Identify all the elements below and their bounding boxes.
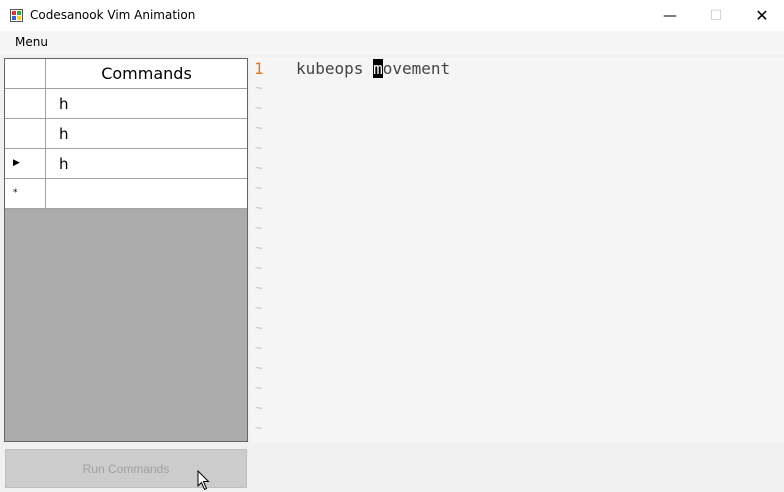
tilde-marker: ~ bbox=[255, 281, 263, 296]
maximize-button[interactable]: ☐ bbox=[693, 0, 739, 31]
line-number: 1 bbox=[254, 59, 264, 78]
tilde-marker: ~ bbox=[255, 341, 263, 356]
tilde-marker: ~ bbox=[255, 421, 263, 436]
minimize-icon: — bbox=[663, 7, 677, 24]
window-title: Codesanook Vim Animation bbox=[30, 8, 196, 22]
vim-editor[interactable]: 1 kubeops movement ~ ~ ~ ~ ~ ~ ~ ~ ~ ~ ~ ~ ~ ~ ~ ~ ~ ~ bbox=[250, 57, 784, 443]
tilde-marker: ~ bbox=[255, 81, 263, 96]
grid-new-row[interactable]: * bbox=[5, 179, 247, 209]
text-after-cursor: ovement bbox=[382, 59, 451, 78]
tilde-marker: ~ bbox=[255, 161, 263, 176]
current-row-arrow-icon: ▶ bbox=[13, 158, 20, 168]
grid-corner[interactable] bbox=[5, 59, 46, 88]
tilde-marker: ~ bbox=[255, 221, 263, 236]
command-cell[interactable]: h bbox=[46, 89, 247, 118]
command-cell[interactable]: h bbox=[46, 149, 247, 178]
tilde-marker: ~ bbox=[255, 261, 263, 276]
vim-cursor: m bbox=[373, 59, 383, 78]
tilde-marker: ~ bbox=[255, 101, 263, 116]
close-button[interactable]: ✕ bbox=[739, 0, 784, 31]
grid-header-row: Commands bbox=[5, 59, 247, 89]
grid-row[interactable]: h bbox=[5, 119, 247, 149]
tilde-marker: ~ bbox=[255, 121, 263, 136]
row-header[interactable]: * bbox=[5, 179, 46, 208]
app-icon bbox=[10, 9, 23, 22]
tilde-marker: ~ bbox=[255, 201, 263, 216]
mouse-pointer-icon bbox=[197, 470, 210, 491]
maximize-icon: ☐ bbox=[709, 7, 723, 24]
title-bar: Codesanook Vim Animation — ☐ ✕ bbox=[0, 0, 784, 31]
command-cell-new[interactable] bbox=[46, 179, 247, 208]
editor-line: kubeops movement bbox=[296, 59, 450, 78]
new-row-asterisk-icon: * bbox=[13, 188, 18, 198]
text-before-cursor: kubeops bbox=[296, 59, 374, 78]
command-cell[interactable]: h bbox=[46, 119, 247, 148]
column-header-commands[interactable]: Commands bbox=[46, 59, 247, 88]
commands-grid[interactable]: Commands h h ▶ h * bbox=[4, 58, 248, 442]
tilde-marker: ~ bbox=[255, 301, 263, 316]
tilde-marker: ~ bbox=[255, 321, 263, 336]
grid-row[interactable]: h bbox=[5, 89, 247, 119]
row-header[interactable] bbox=[5, 89, 46, 118]
menu-item-menu[interactable]: Menu bbox=[15, 35, 48, 49]
row-header[interactable] bbox=[5, 119, 46, 148]
minimize-button[interactable]: — bbox=[647, 0, 693, 31]
tilde-marker: ~ bbox=[255, 381, 263, 396]
grid-row-current[interactable]: ▶ h bbox=[5, 149, 247, 179]
menu-bar: Menu bbox=[0, 31, 784, 55]
tilde-marker: ~ bbox=[255, 241, 263, 256]
tilde-marker: ~ bbox=[255, 401, 263, 416]
tilde-marker: ~ bbox=[255, 141, 263, 156]
close-icon: ✕ bbox=[755, 6, 769, 25]
tilde-marker: ~ bbox=[255, 181, 263, 196]
row-header[interactable]: ▶ bbox=[5, 149, 46, 178]
tilde-marker: ~ bbox=[255, 361, 263, 376]
